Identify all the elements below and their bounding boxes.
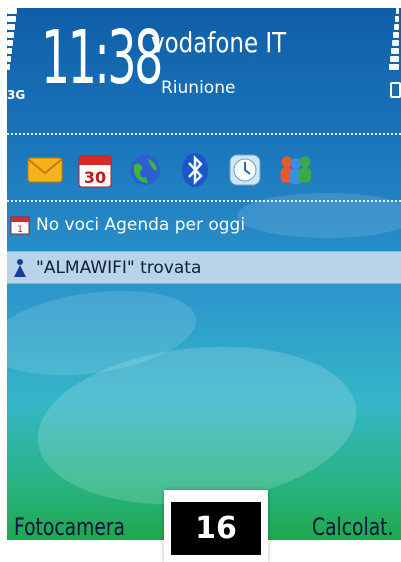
wifi-user-icon	[10, 258, 30, 278]
agenda-notification[interactable]: 1 No voci Agenda per oggi	[7, 211, 401, 239]
softkey-right[interactable]: Calcolat.	[312, 513, 393, 540]
battery-icon	[390, 82, 401, 98]
home-screen: 3G 11:38 vodafone IT Riunione 30 1 No vo…	[7, 8, 401, 540]
divider	[7, 200, 401, 202]
signal-strength-icon	[7, 8, 17, 72]
contacts-icon[interactable]	[277, 151, 313, 189]
calendar-icon: 1	[10, 215, 30, 235]
active-profile[interactable]: Riunione	[161, 78, 235, 98]
battery-level-icon	[389, 8, 399, 72]
agenda-text: No voci Agenda per oggi	[36, 215, 246, 235]
network-type: 3G	[7, 88, 26, 102]
svg-text:1: 1	[17, 225, 23, 235]
clock-time[interactable]: 11:38	[41, 14, 163, 102]
web-icon[interactable]	[127, 151, 163, 189]
calendar-icon[interactable]: 30	[77, 151, 113, 189]
messaging-icon[interactable]	[27, 151, 63, 189]
calendar-day: 30	[84, 168, 106, 187]
divider	[7, 133, 401, 135]
shortcut-bar: 30	[27, 146, 387, 194]
bluetooth-icon[interactable]	[177, 151, 213, 189]
clock-icon[interactable]	[227, 151, 263, 189]
softkey-left[interactable]: Fotocamera	[14, 513, 125, 540]
badge-number: 16	[171, 502, 261, 555]
wifi-notification[interactable]: "ALMAWIFI" trovata	[7, 251, 401, 284]
operator-name: vodafone IT	[151, 26, 287, 59]
wifi-text: "ALMAWIFI" trovata	[36, 257, 202, 278]
